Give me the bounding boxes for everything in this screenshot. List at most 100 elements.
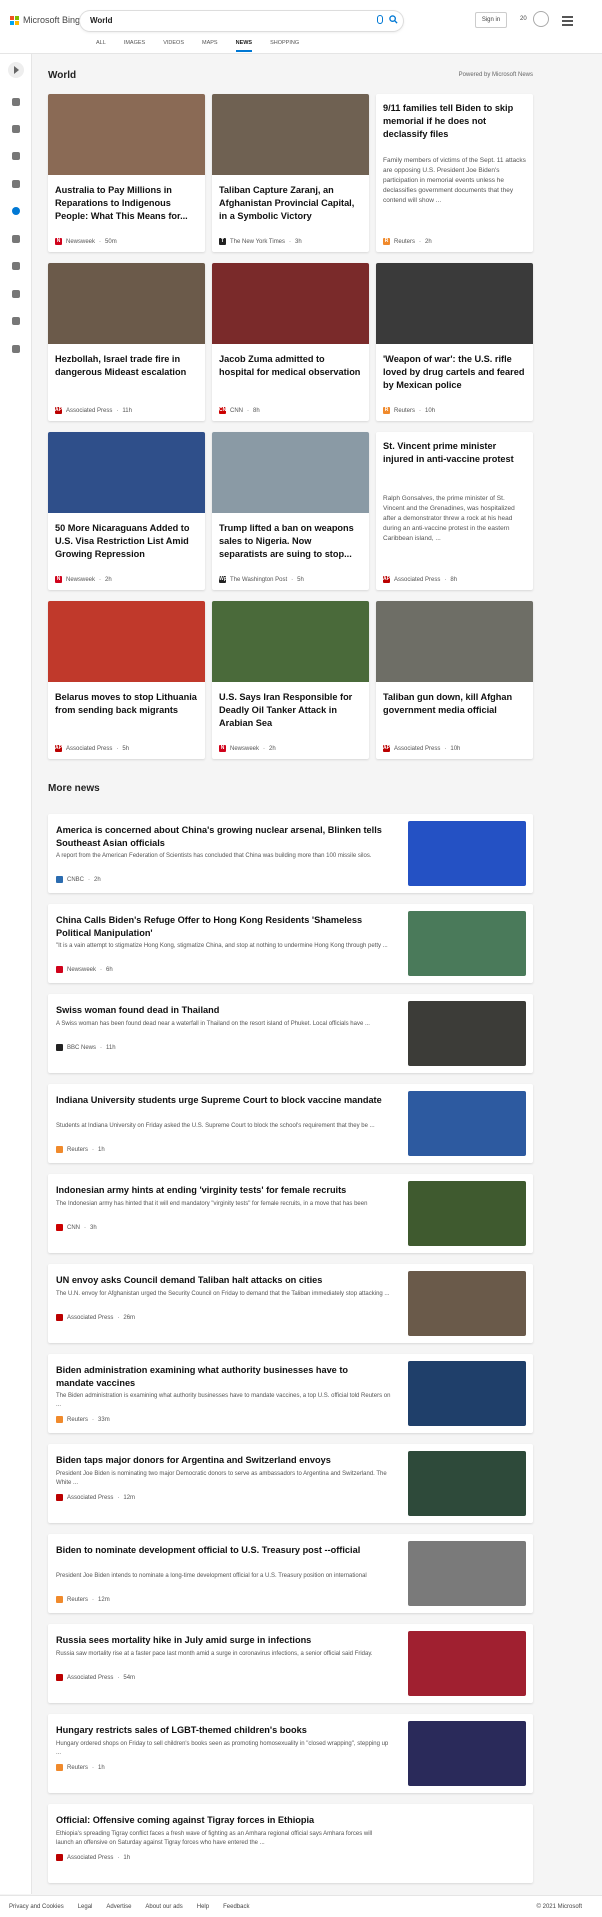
- news-card-image[interactable]: [376, 601, 533, 682]
- news-card[interactable]: Australia to Pay Millions in Reparations…: [48, 94, 205, 252]
- news-card-source[interactable]: T The New York Times · 3h: [219, 238, 302, 245]
- more-news-title[interactable]: Biden administration examining what auth…: [56, 1364, 386, 1389]
- more-news-source[interactable]: CNBC · 2h: [56, 876, 101, 883]
- tab-news[interactable]: NEWS: [227, 40, 262, 54]
- footer-link-privacy[interactable]: Privacy and Cookies: [9, 1904, 64, 1910]
- more-news-title[interactable]: Official: Offensive coming against Tigra…: [56, 1814, 386, 1827]
- more-news-title[interactable]: Indonesian army hints at ending 'virgini…: [56, 1184, 386, 1197]
- rocket-icon[interactable]: [12, 262, 20, 270]
- more-news-image[interactable]: [408, 1721, 526, 1786]
- news-card[interactable]: Trump lifted a ban on weapons sales to N…: [212, 432, 369, 590]
- more-news-source[interactable]: Associated Press · 54m: [56, 1674, 135, 1681]
- news-card-title[interactable]: Hezbollah, Israel trade fire in dangerou…: [55, 353, 198, 379]
- more-news-item[interactable]: Biden administration examining what auth…: [48, 1354, 533, 1433]
- news-card-title[interactable]: 50 More Nicaraguans Added to U.S. Visa R…: [55, 522, 198, 561]
- more-news-title[interactable]: Indiana University students urge Supreme…: [56, 1094, 386, 1107]
- more-news-image[interactable]: [408, 1091, 526, 1156]
- more-news-image[interactable]: [408, 1451, 526, 1516]
- news-card-source[interactable]: N Newsweek · 2h: [219, 745, 276, 752]
- news-card[interactable]: Taliban Capture Zaranj, an Afghanistan P…: [212, 94, 369, 252]
- local-icon[interactable]: [12, 180, 20, 188]
- search-input[interactable]: World: [90, 16, 113, 25]
- footer-link-legal[interactable]: Legal: [78, 1904, 93, 1910]
- footer-link-feedback[interactable]: Feedback: [223, 1904, 249, 1910]
- more-news-image[interactable]: [408, 1181, 526, 1246]
- more-news-item[interactable]: America is concerned about China's growi…: [48, 814, 533, 893]
- more-news-item[interactable]: Indiana University students urge Supreme…: [48, 1084, 533, 1163]
- news-card[interactable]: St. Vincent prime minister injured in an…: [376, 432, 533, 590]
- search-box[interactable]: World: [80, 11, 403, 31]
- news-card-title[interactable]: St. Vincent prime minister injured in an…: [383, 440, 526, 466]
- news-card-image[interactable]: [48, 263, 205, 344]
- politics-icon[interactable]: [12, 317, 20, 325]
- news-card-source[interactable]: Wp The Washington Post · 5h: [219, 576, 304, 583]
- news-card-source[interactable]: AP Associated Press · 5h: [55, 745, 129, 752]
- more-news-title[interactable]: China Calls Biden's Refuge Offer to Hong…: [56, 914, 386, 939]
- news-card-source[interactable]: R Reuters · 10h: [383, 407, 435, 414]
- more-news-source[interactable]: Reuters · 1h: [56, 1764, 105, 1771]
- news-card-title[interactable]: Australia to Pay Millions in Reparations…: [55, 184, 198, 223]
- news-card-image[interactable]: [212, 601, 369, 682]
- more-news-item[interactable]: Swiss woman found dead in Thailand A Swis…: [48, 994, 533, 1073]
- footer-link-help[interactable]: Help: [197, 1904, 209, 1910]
- more-news-source[interactable]: CNN · 3h: [56, 1224, 97, 1231]
- news-card-source[interactable]: N Newsweek · 2h: [55, 576, 112, 583]
- more-news-title[interactable]: Russia sees mortality hike in July amid …: [56, 1634, 386, 1647]
- tab-images[interactable]: IMAGES: [115, 40, 154, 54]
- sign-in-button[interactable]: Sign in: [475, 12, 507, 28]
- tab-shopping[interactable]: SHOPPING: [261, 40, 308, 54]
- microphone-icon[interactable]: [377, 15, 383, 24]
- more-news-title[interactable]: Biden taps major donors for Argentina an…: [56, 1454, 386, 1467]
- news-card-source[interactable]: AP Associated Press · 11h: [55, 407, 132, 414]
- more-news-item[interactable]: Biden to nominate development official t…: [48, 1534, 533, 1613]
- tab-videos[interactable]: VIDEOS: [154, 40, 193, 54]
- more-news-title[interactable]: Hungary restricts sales of LGBT-themed c…: [56, 1724, 386, 1737]
- home-icon[interactable]: [12, 98, 20, 106]
- news-card-source[interactable]: N Newsweek · 50m: [55, 238, 117, 245]
- news-card-source[interactable]: AP Associated Press · 10h: [383, 745, 460, 752]
- news-card-image[interactable]: [212, 263, 369, 344]
- more-news-item[interactable]: Biden taps major donors for Argentina an…: [48, 1444, 533, 1523]
- more-news-image[interactable]: [408, 1001, 526, 1066]
- more-news-source[interactable]: Associated Press · 12m: [56, 1494, 135, 1501]
- more-news-item[interactable]: Russia sees mortality hike in July amid …: [48, 1624, 533, 1703]
- news-card[interactable]: 9/11 families tell Biden to skip memoria…: [376, 94, 533, 252]
- news-card[interactable]: Hezbollah, Israel trade fire in dangerou…: [48, 263, 205, 421]
- news-card-source[interactable]: CNN CNN · 8h: [219, 407, 260, 414]
- powered-by[interactable]: Powered by Microsoft News: [459, 72, 533, 78]
- news-card-title[interactable]: 'Weapon of war': the U.S. rifle loved by…: [383, 353, 526, 392]
- footer-link-advertise[interactable]: Advertise: [106, 1904, 131, 1910]
- news-card-title[interactable]: Taliban Capture Zaranj, an Afghanistan P…: [219, 184, 362, 223]
- more-news-image[interactable]: [408, 1541, 526, 1606]
- menu-icon[interactable]: [562, 16, 573, 28]
- search-icon[interactable]: [389, 15, 398, 24]
- more-news-item[interactable]: Indonesian army hints at ending 'virgini…: [48, 1174, 533, 1253]
- more-news-source[interactable]: Reuters · 33m: [56, 1416, 110, 1423]
- news-card-source[interactable]: R Reuters · 2h: [383, 238, 432, 245]
- rewards-trophy-icon[interactable]: [533, 11, 549, 27]
- more-news-source[interactable]: Associated Press · 1h: [56, 1854, 130, 1861]
- tab-maps[interactable]: MAPS: [193, 40, 227, 54]
- news-card[interactable]: Taliban gun down, kill Afghan government…: [376, 601, 533, 759]
- news-card-image[interactable]: [48, 432, 205, 513]
- more-news-image[interactable]: [408, 821, 526, 886]
- news-card[interactable]: 'Weapon of war': the U.S. rifle loved by…: [376, 263, 533, 421]
- news-card-title[interactable]: Taliban gun down, kill Afghan government…: [383, 691, 526, 717]
- world-icon[interactable]: [12, 207, 20, 215]
- more-news-image[interactable]: [408, 911, 526, 976]
- flag-icon[interactable]: [12, 152, 20, 160]
- more-news-item[interactable]: Hungary restricts sales of LGBT-themed c…: [48, 1714, 533, 1793]
- more-news-source[interactable]: Associated Press · 26m: [56, 1314, 135, 1321]
- science-icon[interactable]: [12, 235, 20, 243]
- news-card-image[interactable]: [48, 94, 205, 175]
- more-news-title[interactable]: America is concerned about China's growi…: [56, 824, 386, 849]
- news-card[interactable]: Belarus moves to stop Lithuania from sen…: [48, 601, 205, 759]
- more-news-image[interactable]: [408, 1631, 526, 1696]
- entertainment-icon[interactable]: [12, 290, 20, 298]
- news-card-title[interactable]: Belarus moves to stop Lithuania from sen…: [55, 691, 198, 717]
- more-news-source[interactable]: Reuters · 12m: [56, 1596, 110, 1603]
- more-news-source[interactable]: Newsweek · 6h: [56, 966, 113, 973]
- news-card-source[interactable]: AP Associated Press · 8h: [383, 576, 457, 583]
- more-news-item[interactable]: China Calls Biden's Refuge Offer to Hong…: [48, 904, 533, 983]
- more-news-title[interactable]: Swiss woman found dead in Thailand: [56, 1004, 386, 1017]
